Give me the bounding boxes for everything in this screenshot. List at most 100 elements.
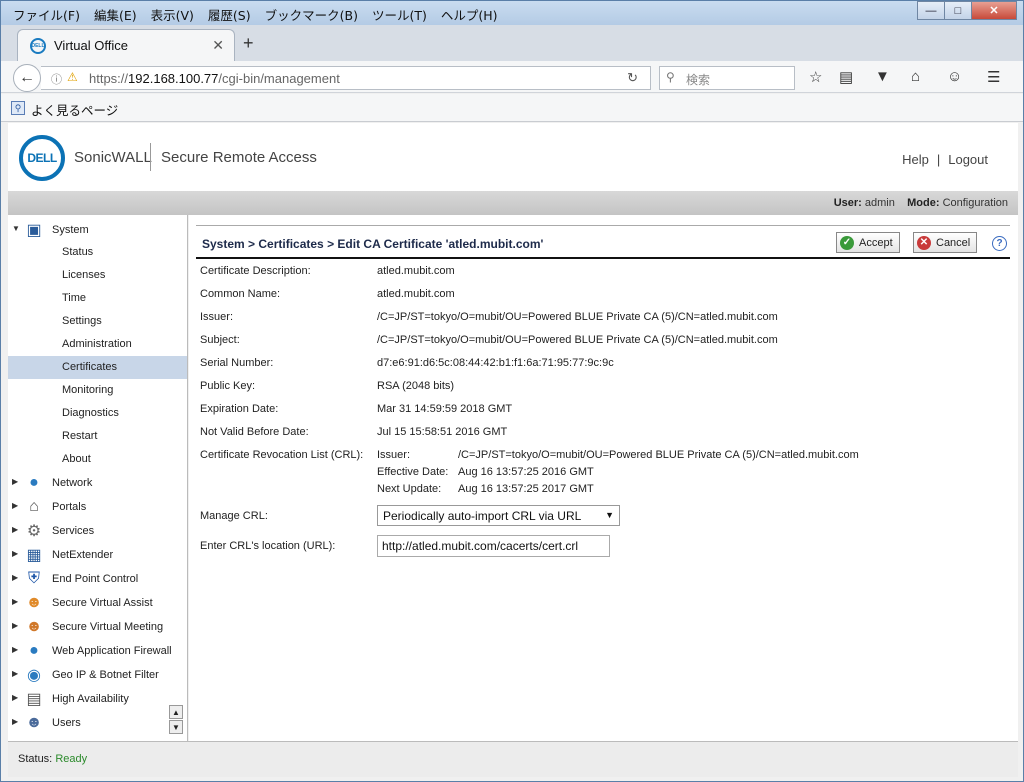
sidebar-group-services[interactable]: ▶ ⚙ Services	[8, 520, 187, 542]
maximize-icon[interactable]: □	[944, 1, 972, 20]
sidebar-item-monitoring[interactable]: Monitoring	[8, 379, 187, 402]
sidebar-group-network[interactable]: ▶ ● Network	[8, 472, 187, 494]
sidebar-group-end-point-control[interactable]: ▶ ⛨ End Point Control	[8, 568, 187, 590]
collapsed-arrow-icon[interactable]: ▶	[12, 477, 18, 486]
tab-strip: DELL Virtual Office ✕ +	[1, 25, 1023, 61]
collapsed-arrow-icon[interactable]: ▶	[12, 717, 18, 726]
url-bar[interactable]: ⓘ ⚠ https://192.168.100.77/cgi-bin/manag…	[41, 66, 651, 90]
collapsed-arrow-icon[interactable]: ▶	[12, 549, 18, 558]
reading-list-icon[interactable]: ▤	[839, 68, 853, 86]
crl-effective-key: Effective Date:	[377, 466, 449, 478]
menu-bar: ファイル(F) 編集(E) 表示(V) 履歴(S) ブックマーク(B) ツール(…	[7, 3, 504, 26]
menu-view[interactable]: 表示(V)	[145, 3, 200, 26]
sidebar-group-system[interactable]: ▼ ▣ System	[8, 219, 187, 241]
field-label-crl-url: Enter CRL's location (URL):	[200, 540, 336, 552]
reload-icon[interactable]: ↻	[627, 70, 638, 86]
tab-virtual-office[interactable]: DELL Virtual Office ✕	[17, 29, 235, 61]
menu-edit[interactable]: 編集(E)	[88, 3, 143, 26]
status-value: Ready	[55, 753, 88, 765]
sidebar-group-netextender[interactable]: ▶ ▦ NetExtender	[8, 544, 187, 566]
sidebar-item-settings[interactable]: Settings	[8, 310, 187, 333]
sidebar-item-diagnostics[interactable]: Diagnostics	[8, 402, 187, 425]
accept-button[interactable]: ✓ Accept	[836, 232, 900, 253]
field-label-manage-crl: Manage CRL:	[200, 510, 268, 522]
sidebar-item-restart[interactable]: Restart	[8, 425, 187, 448]
scroll-up-icon[interactable]: ▲	[169, 705, 183, 719]
field-value-not-before: Jul 15 15:58:51 2016 GMT	[377, 426, 508, 438]
search-placeholder: 検索	[686, 73, 711, 87]
menu-tools[interactable]: ツール(T)	[366, 3, 433, 26]
info-icon[interactable]: ⓘ	[51, 71, 62, 87]
field-label-serial: Serial Number:	[200, 357, 274, 369]
globe-firewall-icon: ●	[29, 642, 39, 659]
logout-link[interactable]: Logout	[948, 152, 988, 167]
sidebar-item-status[interactable]: Status	[8, 241, 187, 264]
collapsed-arrow-icon[interactable]: ▶	[12, 621, 18, 630]
collapsed-arrow-icon[interactable]: ▶	[12, 645, 18, 654]
sidebar-item-certificates[interactable]: Certificates	[8, 356, 187, 379]
menu-bookmarks[interactable]: ブックマーク(B)	[259, 3, 364, 26]
cancel-x-icon: ✕	[917, 235, 931, 250]
field-label-public-key: Public Key:	[200, 380, 256, 392]
search-input[interactable]: ⚲ 検索	[659, 66, 795, 90]
field-value-issuer: /C=JP/ST=tokyo/O=mubit/OU=Powered BLUE P…	[377, 311, 778, 323]
brand-divider	[150, 143, 151, 171]
hamburger-menu-icon[interactable]: ☰	[987, 68, 1000, 86]
sidebar-group-secure-virtual-meeting[interactable]: ▶ ☻ Secure Virtual Meeting	[8, 616, 187, 638]
collapsed-arrow-icon[interactable]: ▶	[12, 501, 18, 510]
tab-close-icon[interactable]: ✕	[212, 37, 224, 54]
cancel-button[interactable]: ✕ Cancel	[913, 232, 978, 253]
status-bar: Status: Ready	[8, 741, 1018, 777]
insecure-lock-icon[interactable]: ⚠	[67, 70, 78, 84]
crl-next-update-value: Aug 16 13:57:25 2017 GMT	[458, 483, 594, 495]
manage-crl-select[interactable]: Periodically auto-import CRL via URL ▼	[377, 505, 620, 526]
new-tab-icon[interactable]: +	[243, 33, 254, 54]
geo-globe-icon: ◉	[27, 667, 41, 684]
sidebar-group-secure-virtual-assist[interactable]: ▶ ☻ Secure Virtual Assist	[8, 592, 187, 614]
chat-icon[interactable]: ☺	[947, 68, 962, 85]
bookmark-most-visited[interactable]: よく見るページ	[31, 100, 118, 119]
back-arrow-icon[interactable]: ←	[13, 64, 41, 92]
close-window-icon[interactable]: ✕	[971, 1, 1017, 20]
collapsed-arrow-icon[interactable]: ▶	[12, 693, 18, 702]
menu-history[interactable]: 履歴(S)	[202, 3, 257, 26]
bookmark-star-icon[interactable]: ☆	[809, 68, 822, 86]
field-label-description: Certificate Description:	[200, 265, 311, 277]
sidebar-group-users[interactable]: ▶ ☻ Users	[8, 712, 187, 734]
minimize-icon[interactable]: —	[917, 1, 945, 20]
collapsed-arrow-icon[interactable]: ▶	[12, 597, 18, 606]
expanded-arrow-icon[interactable]: ▼	[12, 224, 20, 233]
sidebar-item-time[interactable]: Time	[8, 287, 187, 310]
collapsed-arrow-icon[interactable]: ▶	[12, 573, 18, 582]
sidebar-group-geo-ip-botnet-filter[interactable]: ▶ ◉ Geo IP & Botnet Filter	[8, 664, 187, 686]
home-icon[interactable]: ⌂	[911, 68, 920, 85]
user-headset-icon: ☻	[25, 594, 43, 611]
menu-help[interactable]: ヘルプ(H)	[435, 3, 504, 26]
user-value: admin	[864, 197, 895, 209]
sidebar-group-web-application-firewall[interactable]: ▶ ● Web Application Firewall	[8, 640, 187, 662]
collapsed-arrow-icon[interactable]: ▶	[12, 669, 18, 678]
page-title: System > Certificates > Edit CA Certific…	[202, 237, 544, 251]
sidebar-scrollbar[interactable]: ▲ ▼	[169, 705, 183, 735]
field-value-serial: d7:e6:91:d6:5c:08:44:42:b1:f1:6a:71:95:7…	[377, 357, 614, 369]
sidebar-item-about[interactable]: About	[8, 448, 187, 471]
netextender-icon: ▦	[26, 547, 42, 564]
scroll-down-icon[interactable]: ▼	[169, 720, 183, 734]
sidebar-group-portals[interactable]: ▶ ⌂ Portals	[8, 496, 187, 518]
monitor-icon: ▣	[26, 222, 42, 239]
sidebar-item-licenses[interactable]: Licenses	[8, 264, 187, 287]
sidebar-item-administration[interactable]: Administration	[8, 333, 187, 356]
collapsed-arrow-icon[interactable]: ▶	[12, 525, 18, 534]
dropdown-arrow-icon[interactable]: ▼	[605, 510, 614, 520]
check-icon: ✓	[840, 235, 854, 250]
sidebar-group-high-availability[interactable]: ▶ ▤ High Availability	[8, 688, 187, 710]
menu-file[interactable]: ファイル(F)	[7, 3, 86, 26]
help-link[interactable]: Help	[902, 152, 929, 167]
users-icon: ☻	[25, 714, 43, 731]
help-icon[interactable]: ?	[992, 236, 1007, 251]
bookmarks-toolbar: ⚲ よく見るページ	[1, 94, 1023, 122]
pocket-icon[interactable]: ▼	[875, 68, 890, 85]
product-name: Secure Remote Access	[161, 149, 317, 166]
crl-issuer-key: Issuer:	[377, 449, 411, 461]
crl-url-input[interactable]	[377, 535, 610, 557]
